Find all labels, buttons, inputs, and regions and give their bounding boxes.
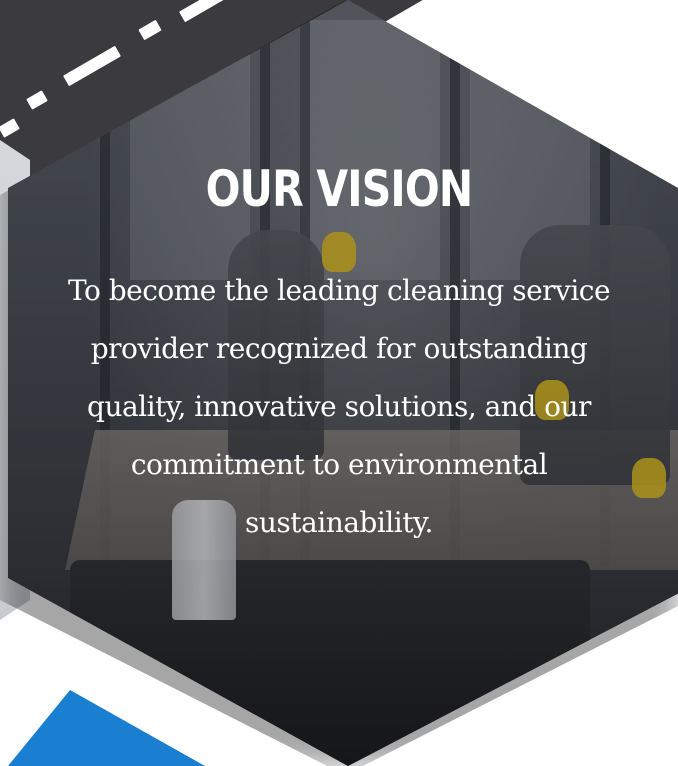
vision-statement: To become the leading cleaning service p… <box>67 274 611 539</box>
vision-card: OUR VISION To become the leading cleanin… <box>0 0 678 766</box>
section-title: OUR VISION <box>205 160 474 218</box>
vision-content: OUR VISION To become the leading cleanin… <box>0 0 678 766</box>
